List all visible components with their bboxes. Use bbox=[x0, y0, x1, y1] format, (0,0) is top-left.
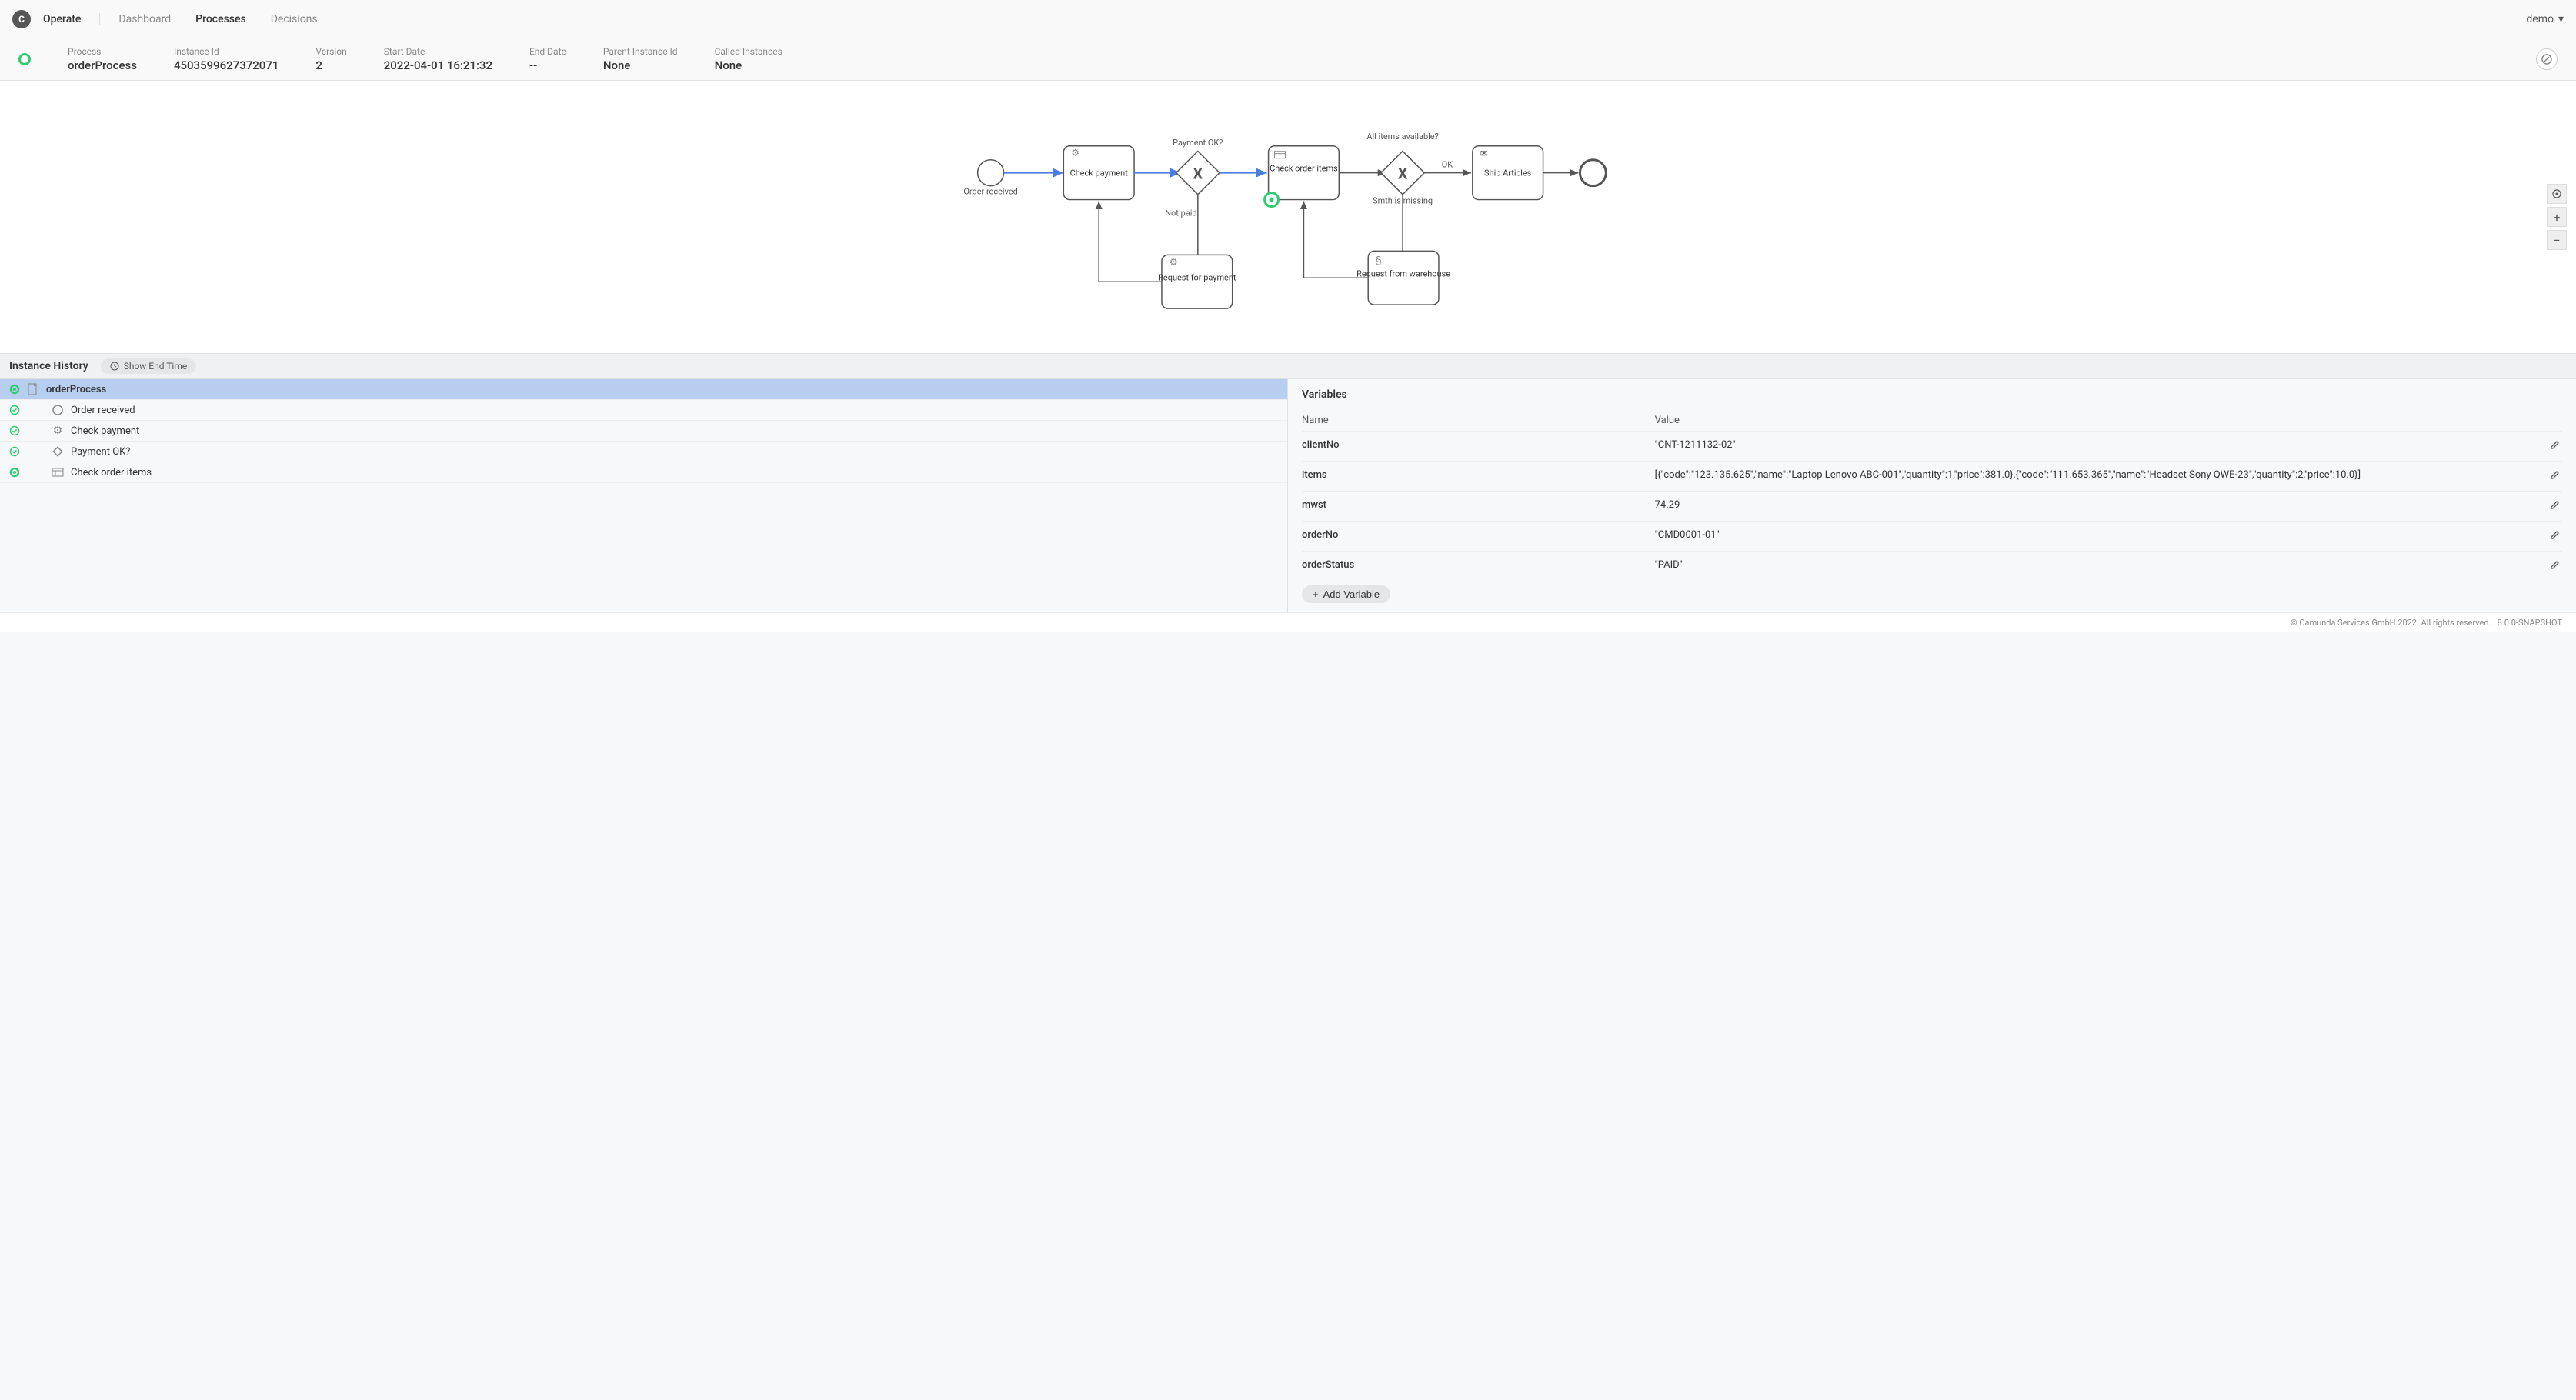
info-instance-id: Instance Id 4503599627372071 bbox=[174, 46, 279, 72]
var-value: "CNT-1211132-02" bbox=[1655, 439, 2550, 451]
user-menu[interactable]: demo ▾ bbox=[2526, 13, 2564, 25]
variable-row-clientNo: clientNo"CNT-1211132-02" bbox=[1302, 431, 2562, 461]
var-value: [{"code":"123.135.625","name":"Laptop Le… bbox=[1655, 469, 2550, 481]
info-process: Process orderProcess bbox=[68, 46, 137, 72]
user-label: demo bbox=[2526, 13, 2554, 25]
form-icon bbox=[51, 465, 65, 479]
edit-variable-button[interactable] bbox=[2550, 559, 2562, 573]
svg-text:Request from warehouse: Request from warehouse bbox=[1356, 268, 1450, 278]
circle-icon bbox=[51, 403, 65, 417]
clock-icon bbox=[110, 362, 119, 371]
svg-text:Check payment: Check payment bbox=[1070, 168, 1129, 178]
plus-icon: + bbox=[1313, 588, 1319, 600]
variable-row-orderStatus: orderStatus"PAID" bbox=[1302, 551, 2562, 581]
history-row-0[interactable]: orderProcess bbox=[0, 379, 1287, 400]
gear-icon: ⚙ bbox=[51, 424, 65, 438]
document-icon bbox=[26, 382, 40, 396]
bpmn-diagram[interactable]: Order received ⚙ Check payment X Payment… bbox=[0, 81, 2576, 354]
svg-text:Not paid: Not paid bbox=[1165, 208, 1196, 218]
svg-text:Ship Articles: Ship Articles bbox=[1484, 168, 1532, 178]
history-row-1[interactable]: Order received bbox=[0, 400, 1287, 421]
edit-variable-button[interactable] bbox=[2550, 529, 2562, 543]
node-start-event[interactable] bbox=[978, 160, 1004, 186]
info-parent-instance: Parent Instance Id None bbox=[603, 46, 678, 72]
footer: © Camunda Services GmbH 2022. All rights… bbox=[0, 612, 2576, 632]
nav-dashboard[interactable]: Dashboard bbox=[118, 13, 171, 25]
var-name: mwst bbox=[1302, 499, 1655, 511]
node-end-event[interactable] bbox=[1580, 160, 1606, 186]
history-label: orderProcess bbox=[46, 384, 106, 395]
svg-text:Order received: Order received bbox=[963, 187, 1017, 197]
show-end-time-toggle[interactable]: Show End Time bbox=[101, 358, 197, 374]
variable-row-mwst: mwst74.29 bbox=[1302, 491, 2562, 521]
status-done-icon bbox=[9, 446, 20, 457]
node-gateway-items[interactable]: X bbox=[1381, 151, 1424, 194]
history-row-2[interactable]: ⚙ Check payment bbox=[0, 421, 1287, 442]
history-row-4[interactable]: Check order items bbox=[0, 462, 1287, 483]
variables-panel: Variables Name Value clientNo"CNT-121113… bbox=[1288, 379, 2576, 612]
nav-processes[interactable]: Processes bbox=[195, 13, 246, 25]
svg-text:All items available?: All items available? bbox=[1366, 132, 1438, 142]
gear-icon: ⚙ bbox=[1071, 148, 1079, 158]
chevron-down-icon: ▾ bbox=[2558, 13, 2564, 25]
svg-text:OK: OK bbox=[1442, 160, 1453, 170]
history-title: Instance History bbox=[9, 360, 88, 372]
app-name: Operate bbox=[43, 13, 100, 25]
history-label: Order received bbox=[71, 405, 135, 416]
cancel-instance-button[interactable] bbox=[2536, 48, 2558, 70]
status-active-icon bbox=[9, 467, 20, 478]
var-name: items bbox=[1302, 469, 1655, 481]
nav-tabs: Dashboard Processes Decisions bbox=[118, 13, 317, 25]
edit-variable-button[interactable] bbox=[2550, 469, 2562, 483]
history-label: Check order items bbox=[71, 467, 152, 478]
diamond-icon bbox=[51, 445, 65, 458]
var-value: "CMD0001-01" bbox=[1655, 529, 2550, 541]
var-name: orderStatus bbox=[1302, 559, 1655, 571]
history-panel: orderProcess Order received ⚙ Check payment… bbox=[0, 379, 1288, 612]
history-panel-header: Instance History Show End Time bbox=[0, 354, 2576, 379]
info-version: Version 2 bbox=[315, 46, 346, 72]
zoom-out-button[interactable]: − bbox=[2547, 230, 2567, 250]
top-header: C Operate Dashboard Processes Decisions … bbox=[0, 0, 2576, 38]
svg-text:X: X bbox=[1398, 165, 1408, 183]
info-start-date: Start Date 2022-04-01 16:21:32 bbox=[384, 46, 492, 72]
nav-decisions[interactable]: Decisions bbox=[271, 13, 318, 25]
target-icon bbox=[2551, 188, 2562, 199]
cancel-icon bbox=[2541, 54, 2552, 65]
edit-variable-button[interactable] bbox=[2550, 499, 2562, 513]
add-variable-button[interactable]: + Add Variable bbox=[1302, 585, 1390, 603]
variables-header: Name Value bbox=[1302, 410, 2562, 431]
mail-icon: ✉ bbox=[1480, 148, 1488, 159]
script-icon: § bbox=[1376, 254, 1381, 265]
logo: C bbox=[12, 10, 31, 28]
svg-text:X: X bbox=[1193, 165, 1203, 183]
history-label: Check payment bbox=[71, 425, 139, 437]
info-end-date: End Date -- bbox=[529, 46, 566, 72]
history-row-3[interactable]: Payment OK? bbox=[0, 442, 1287, 462]
status-active-icon bbox=[18, 53, 31, 65]
var-value: 74.29 bbox=[1655, 499, 2550, 511]
svg-text:Payment OK?: Payment OK? bbox=[1173, 138, 1223, 148]
var-value: "PAID" bbox=[1655, 559, 2550, 571]
var-name: clientNo bbox=[1302, 439, 1655, 451]
status-active-icon bbox=[9, 384, 20, 395]
history-label: Payment OK? bbox=[71, 446, 130, 458]
info-called-instances: Called Instances None bbox=[715, 46, 782, 72]
svg-text:Check order items: Check order items bbox=[1270, 164, 1338, 174]
zoom-controls: + − bbox=[2547, 184, 2567, 250]
variables-title: Variables bbox=[1302, 388, 2562, 401]
instance-info-bar: Process orderProcess Instance Id 4503599… bbox=[0, 38, 2576, 81]
svg-text:Smth is missing: Smth is missing bbox=[1373, 196, 1433, 206]
variable-row-items: items[{"code":"123.135.625","name":"Lapt… bbox=[1302, 461, 2562, 491]
status-done-icon bbox=[9, 405, 20, 415]
gear-icon: ⚙ bbox=[1170, 256, 1178, 267]
variable-row-orderNo: orderNo"CMD0001-01" bbox=[1302, 521, 2562, 551]
svg-text:Request for payment: Request for payment bbox=[1158, 272, 1236, 282]
node-gateway-payment[interactable]: X bbox=[1176, 151, 1220, 194]
status-done-icon bbox=[9, 425, 20, 436]
zoom-in-button[interactable]: + bbox=[2547, 207, 2567, 227]
zoom-reset-button[interactable] bbox=[2547, 184, 2567, 204]
edit-variable-button[interactable] bbox=[2550, 439, 2562, 453]
var-name: orderNo bbox=[1302, 529, 1655, 541]
